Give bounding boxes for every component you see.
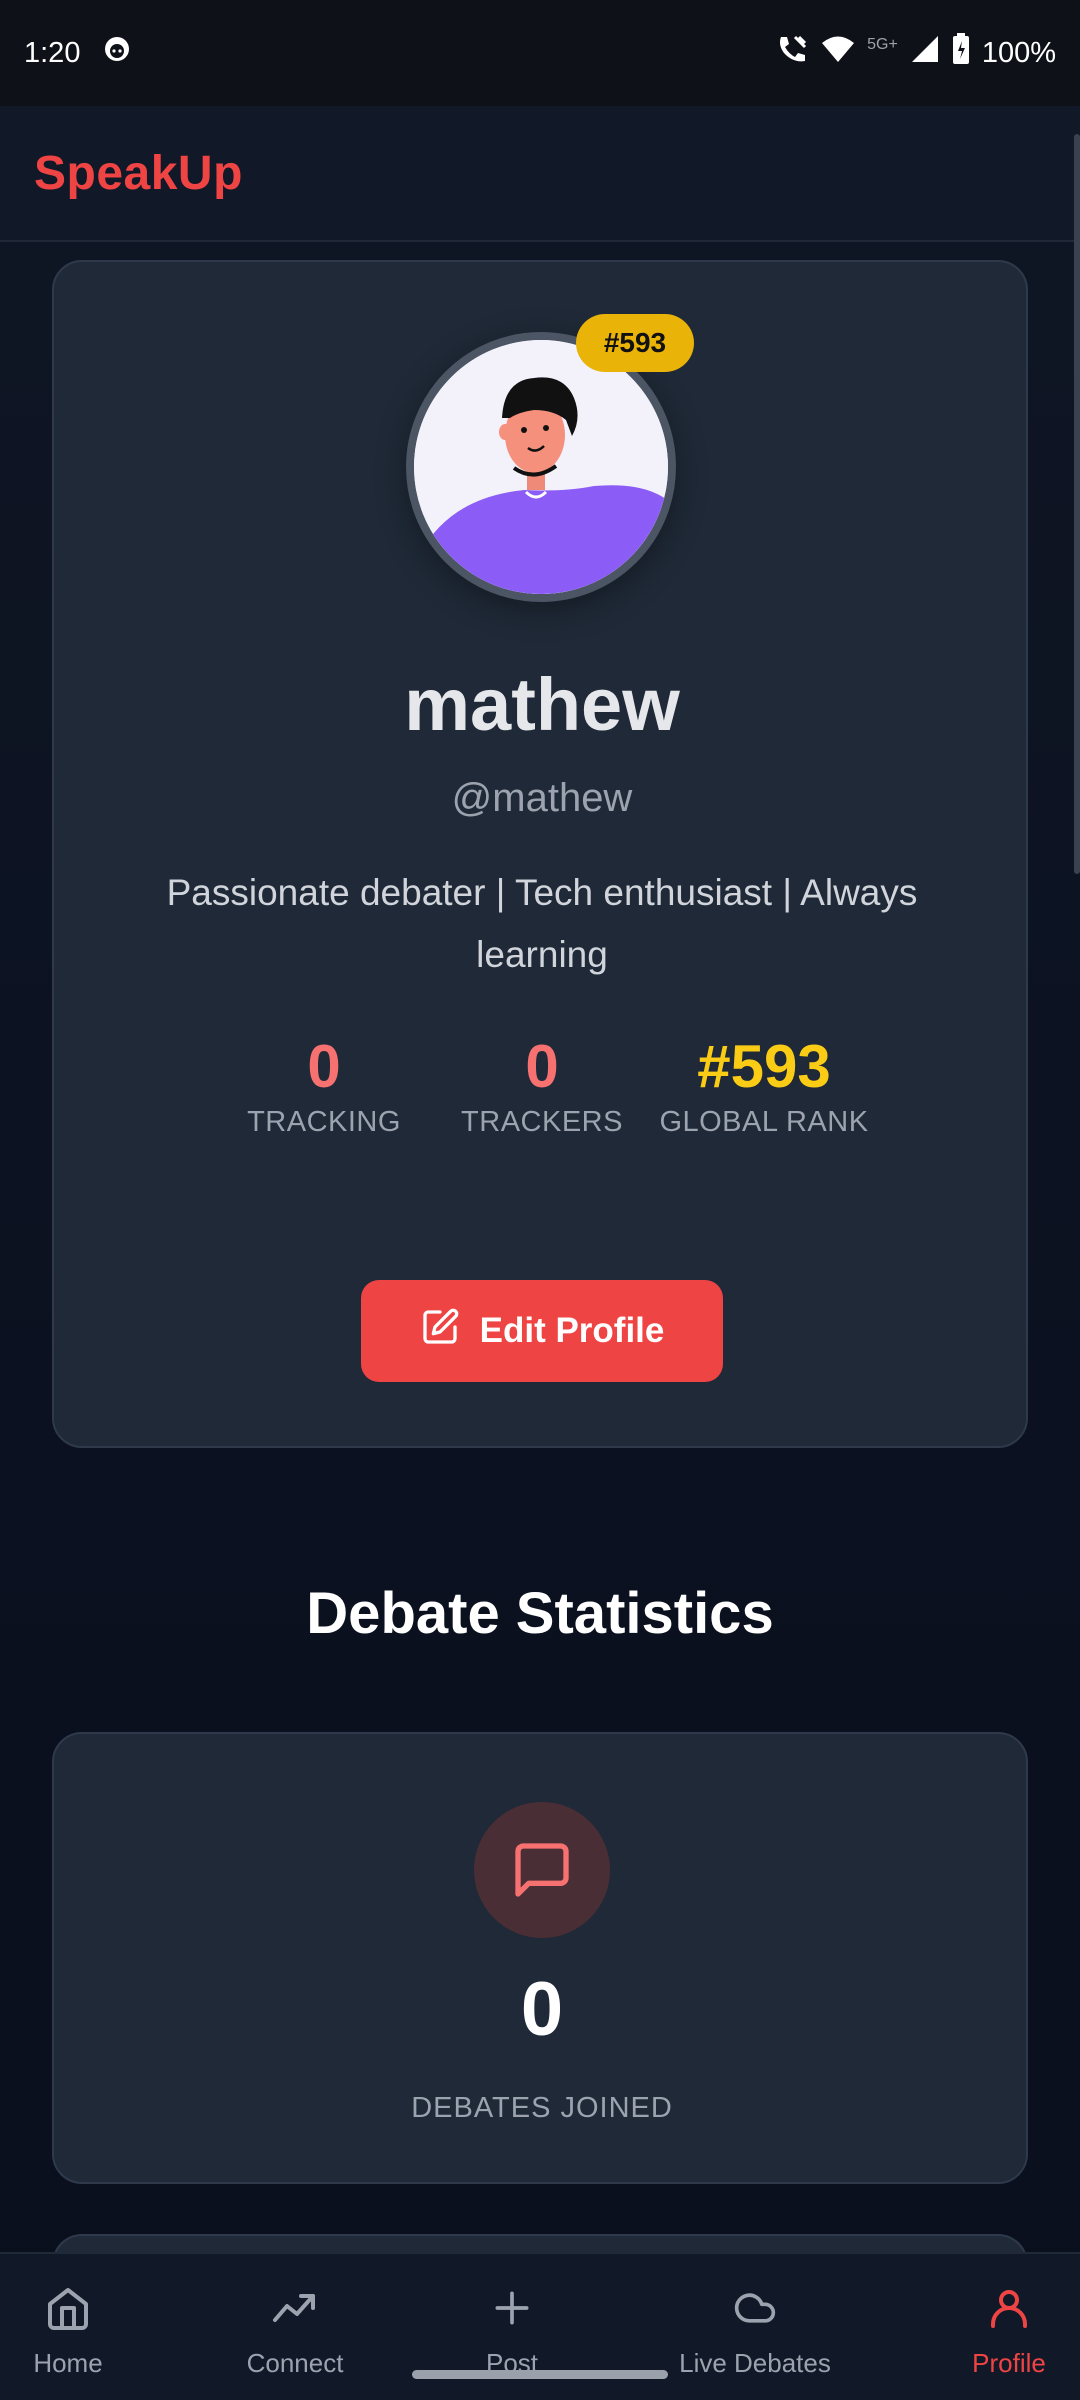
rank-badge: #593 xyxy=(576,314,694,372)
home-icon xyxy=(0,2282,136,2334)
stat-value: #593 xyxy=(697,1033,831,1100)
message-square-icon xyxy=(474,1802,610,1938)
wifi-calling-icon xyxy=(775,33,809,73)
stat-label: TRACKERS xyxy=(461,1106,623,1138)
nav-post[interactable]: Post xyxy=(432,2282,592,2379)
home-indicator[interactable] xyxy=(412,2370,668,2379)
plus-icon xyxy=(432,2282,592,2334)
wifi-icon xyxy=(821,34,855,72)
stat-global-rank[interactable]: #593 GLOBAL RANK xyxy=(644,1032,884,1139)
nav-home-label: Home xyxy=(33,2348,103,2378)
battery-icon xyxy=(952,33,970,73)
notification-face-icon xyxy=(102,34,132,72)
nav-home[interactable]: Home xyxy=(0,2282,136,2379)
stat-value: 0 xyxy=(307,1033,341,1100)
status-time: 1:20 xyxy=(24,36,81,69)
profile-bio: Passionate debater | Tech enthusiast | A… xyxy=(166,872,918,975)
avatar[interactable] xyxy=(406,332,676,602)
stat-tracking[interactable]: 0 TRACKING xyxy=(214,1032,434,1139)
nav-connect-label: Connect xyxy=(246,2348,344,2378)
signal-icon xyxy=(910,34,940,72)
nav-live-debates-label: Live Debates xyxy=(679,2348,831,2378)
app-screen: 1:20 5G+ 100% SpeakUp #593 mathew @mathe… xyxy=(0,0,1080,2400)
profile-stats: 0 TRACKING 0 TRACKERS #593 GLOBAL RANK xyxy=(54,1032,1030,1142)
user-icon xyxy=(944,2282,1074,2334)
app-title[interactable]: SpeakUp xyxy=(34,146,243,201)
edit-icon xyxy=(420,1307,460,1356)
profile-name: mathew xyxy=(404,663,680,746)
scrollbar[interactable] xyxy=(1074,134,1080,874)
status-bar: 1:20 5G+ 100% xyxy=(0,0,1080,106)
battery-level: 100% xyxy=(981,36,1056,69)
stat-label: GLOBAL RANK xyxy=(659,1106,869,1138)
edit-profile-button[interactable]: Edit Profile xyxy=(361,1280,723,1382)
network-type: 5G+ xyxy=(867,36,898,53)
nav-live-debates[interactable]: Live Debates xyxy=(660,2282,850,2379)
profile-handle: @mathew xyxy=(451,776,633,820)
profile-card: #593 mathew @mathew Passionate debater |… xyxy=(52,260,1028,1448)
stat-label: TRACKING xyxy=(247,1106,401,1138)
debates-joined-card: 0 DEBATES JOINED xyxy=(52,1732,1028,2184)
edit-profile-label: Edit Profile xyxy=(479,1311,665,1350)
trending-icon xyxy=(220,2282,370,2334)
app-header: SpeakUp xyxy=(0,106,1080,242)
nav-profile[interactable]: Profile xyxy=(944,2282,1074,2379)
stat-trackers[interactable]: 0 TRACKERS xyxy=(432,1032,652,1139)
debates-joined-value: 0 xyxy=(520,1967,564,2052)
cloud-icon xyxy=(660,2282,850,2334)
stat-value: 0 xyxy=(525,1033,559,1100)
nav-profile-label: Profile xyxy=(972,2348,1046,2378)
section-title-debate-statistics: Debate Statistics xyxy=(306,1581,774,1646)
debates-joined-label: DEBATES JOINED xyxy=(411,2092,673,2124)
nav-connect[interactable]: Connect xyxy=(220,2282,370,2379)
